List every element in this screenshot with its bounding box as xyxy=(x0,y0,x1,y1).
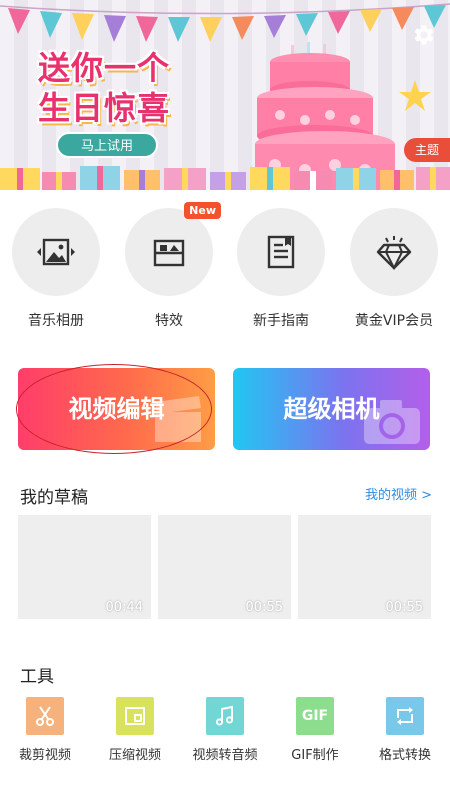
diamond-icon xyxy=(376,236,412,270)
tool-gif-maker[interactable]: GIF GIF制作 xyxy=(275,697,355,763)
feature-effects[interactable]: New 特效 xyxy=(113,202,225,330)
draft-thumbnail[interactable]: 00:44 xyxy=(18,515,151,619)
banner-title-line1: 送你一个 xyxy=(38,49,171,87)
tool-format-convert[interactable]: 格式转换 xyxy=(365,697,445,763)
feature-gold-vip[interactable]: 黄金VIP会员 xyxy=(338,208,450,330)
effects-icon xyxy=(153,239,185,267)
compress-icon xyxy=(116,697,154,735)
photo-icon xyxy=(37,238,75,266)
my-videos-link[interactable]: 我的视频 > xyxy=(365,484,432,503)
tool-format-convert-label: 格式转换 xyxy=(378,748,431,763)
feature-beginner-guide[interactable]: 新手指南 xyxy=(225,208,337,330)
feature-beginner-guide-circle[interactable] xyxy=(237,208,325,296)
video-edit-card[interactable]: 视频编辑 xyxy=(18,368,215,450)
draft-duration: 00:55 xyxy=(245,600,283,615)
feature-effects-label: 特效 xyxy=(155,313,183,329)
banner-title-line2: 生日惊喜 xyxy=(38,89,171,127)
tool-trim-video[interactable]: 裁剪视频 xyxy=(5,697,85,763)
gif-icon: GIF xyxy=(296,697,334,735)
tool-trim-video-label: 裁剪视频 xyxy=(18,748,71,763)
convert-icon xyxy=(386,697,424,735)
tool-video-to-audio[interactable]: 视频转音频 xyxy=(185,697,265,763)
settings-gear-icon[interactable] xyxy=(410,22,436,48)
draft-duration: 00:55 xyxy=(385,600,423,615)
new-badge: New xyxy=(184,202,221,219)
feature-shortcuts: 音乐相册 New 特效 新手指南 黄金VIP会员 xyxy=(0,202,450,338)
feature-gold-vip-circle[interactable] xyxy=(350,208,438,296)
tools-section-title: 工具 xyxy=(20,667,54,687)
book-icon xyxy=(267,235,295,269)
super-camera-card[interactable]: 超级相机 xyxy=(233,368,430,450)
draft-thumbnail[interactable]: 00:55 xyxy=(158,515,291,619)
banner-title: 送你一个 生日惊喜 xyxy=(38,48,188,128)
scissors-icon xyxy=(26,697,64,735)
draft-thumbnail[interactable]: 00:55 xyxy=(298,515,431,619)
music-note-icon xyxy=(206,697,244,735)
gift-boxes-decoration xyxy=(0,166,450,190)
tool-video-to-audio-label: 视频转音频 xyxy=(192,748,258,763)
drafts-section-title: 我的草稿 xyxy=(20,488,88,508)
super-camera-label: 超级相机 xyxy=(283,395,380,423)
feature-gold-vip-label: 黄金VIP会员 xyxy=(354,313,434,329)
feature-music-album-circle[interactable] xyxy=(12,208,100,296)
feature-beginner-guide-label: 新手指南 xyxy=(253,313,309,329)
tool-compress-video[interactable]: 压缩视频 xyxy=(95,697,175,763)
tool-gif-maker-label: GIF制作 xyxy=(291,748,339,763)
feature-music-album-label: 音乐相册 xyxy=(28,313,84,329)
video-edit-label: 视频编辑 xyxy=(68,395,165,423)
feature-music-album[interactable]: 音乐相册 xyxy=(0,208,112,330)
draft-duration: 00:44 xyxy=(105,600,143,615)
feature-effects-circle[interactable]: New xyxy=(125,202,221,296)
promo-banner[interactable]: 送你一个 生日惊喜 马上试用 主题 xyxy=(0,0,450,190)
tool-compress-video-label: 压缩视频 xyxy=(108,748,161,763)
